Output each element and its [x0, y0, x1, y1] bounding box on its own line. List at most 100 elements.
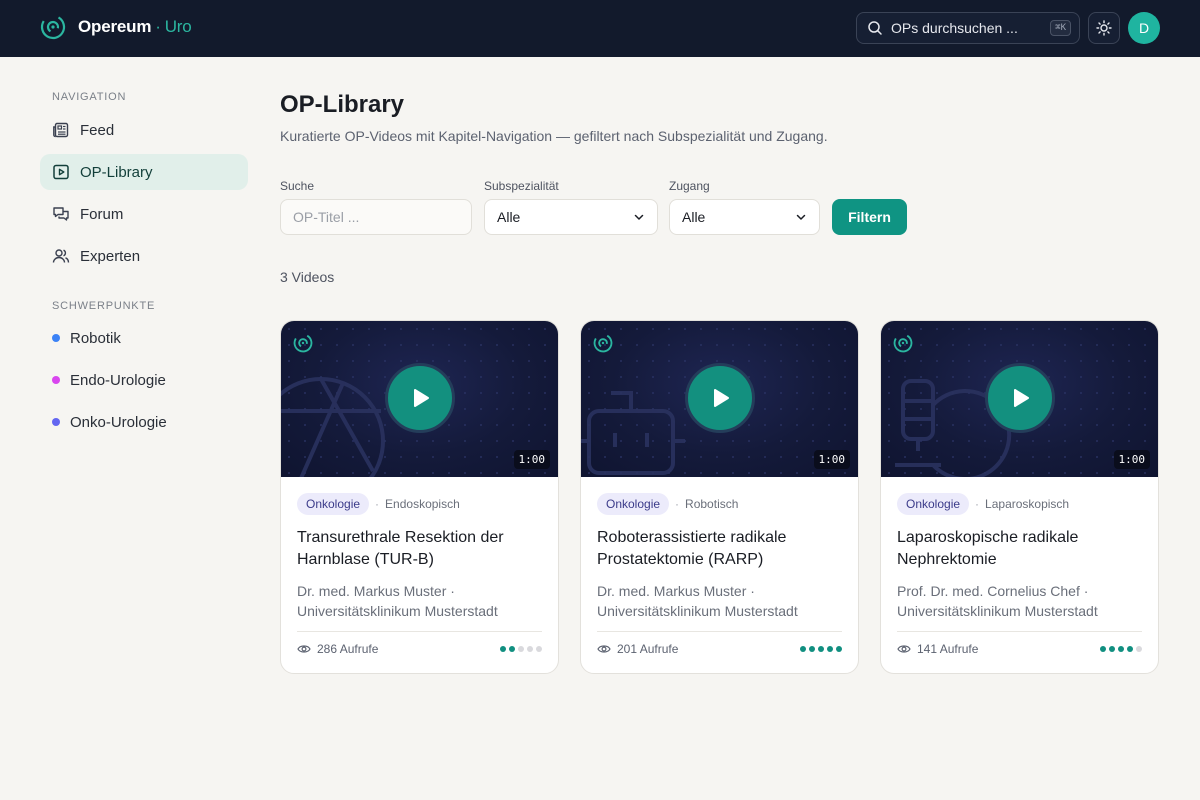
sidebar-item-label: Feed [80, 121, 115, 139]
eye-icon [297, 645, 311, 653]
brand[interactable]: Opereum · Uro [40, 14, 192, 40]
chevron-down-icon [634, 214, 644, 220]
eye-icon [897, 645, 911, 653]
view-count: 286 Aufrufe [317, 642, 379, 656]
shortcut-badge: ⌘K [1050, 20, 1071, 36]
sidebar-item-forum[interactable]: Forum [40, 196, 248, 232]
rating-dot [827, 646, 833, 652]
nav-heading: NAVIGATION [52, 91, 127, 103]
chevron-down-icon [796, 214, 806, 220]
video-card[interactable]: 1:00 Onkologie · Robotisch Roboterassist… [580, 320, 859, 674]
brand-logo-icon [893, 333, 913, 353]
search-placeholder: OPs durchsuchen ... [891, 20, 1018, 36]
title-search-placeholder: OP-Titel ... [293, 209, 360, 225]
chat-icon [53, 207, 69, 221]
video-thumbnail[interactable]: 1:00 [881, 321, 1158, 477]
rating-dot [527, 646, 533, 652]
play-icon [1014, 389, 1029, 407]
access-label: Zugang [669, 179, 710, 193]
subspecialty-label: Subspezialität [484, 179, 559, 193]
subspecialty-select[interactable]: Alle [484, 199, 658, 235]
global-search-input[interactable]: OPs durchsuchen ... ⌘K [856, 12, 1080, 44]
play-button[interactable] [985, 363, 1055, 433]
brand-logo-icon [293, 333, 313, 353]
eye-icon [597, 645, 611, 653]
rating-dot [1127, 646, 1133, 652]
sidebar-item-label: OP-Library [80, 163, 153, 181]
sidebar-item-robotik[interactable]: Robotik [40, 320, 248, 356]
duration-badge: 1:00 [813, 450, 850, 469]
specialty-tag: Onkologie [297, 493, 370, 515]
play-icon [414, 389, 429, 407]
access-select[interactable]: Alle [669, 199, 820, 235]
video-title[interactable]: Laparoskopische radikale Nephrektomie [897, 527, 1142, 571]
play-icon [714, 389, 729, 407]
top-bar: Opereum · Uro OPs durchsuchen ... ⌘K D [0, 0, 1200, 57]
specialty-tag: Onkologie [897, 493, 970, 515]
sidebar-item-feed[interactable]: Feed [40, 112, 248, 148]
subspecialty-value: Alle [497, 209, 521, 225]
sidebar-item-onko-urologie[interactable]: Onko-Urologie [40, 404, 248, 440]
rating-dots [1100, 646, 1142, 652]
rating-dots [500, 646, 542, 652]
video-card[interactable]: 1:00 Onkologie · Endoskopisch Transureth… [280, 320, 559, 674]
sidebar-item-label: Endo-Urologie [70, 371, 166, 389]
rating-dot [809, 646, 815, 652]
view-count: 201 Aufrufe [617, 642, 679, 656]
page-title: OP-Library [280, 91, 405, 118]
search-icon [868, 21, 882, 35]
rating-dot [518, 646, 524, 652]
brand-logo-icon [593, 333, 613, 353]
video-author: Dr. med. Markus Muster · Universitätskli… [297, 583, 498, 619]
video-title[interactable]: Roboterassistierte radikale Prostatektom… [597, 527, 842, 571]
video-author: Prof. Dr. med. Cornelius Chef · Universi… [897, 583, 1098, 619]
play-button[interactable] [685, 363, 755, 433]
users-icon [52, 249, 70, 263]
duration-badge: 1:00 [513, 450, 550, 469]
theme-toggle-button[interactable] [1088, 12, 1120, 44]
access-type: Robotisch [685, 497, 739, 511]
rating-dot [500, 646, 506, 652]
rating-dot [1109, 646, 1115, 652]
rating-dot [1100, 646, 1106, 652]
category-dot [52, 334, 60, 342]
title-search-input[interactable]: OP-Titel ... [280, 199, 472, 235]
video-thumbnail[interactable]: 1:00 [581, 321, 858, 477]
rating-dot [1136, 646, 1142, 652]
access-value: Alle [682, 209, 706, 225]
sidebar-item-label: Robotik [70, 329, 121, 347]
rating-dot [800, 646, 806, 652]
sidebar-item-endo-urologie[interactable]: Endo-Urologie [40, 362, 248, 398]
rating-dot [536, 646, 542, 652]
rating-dots [800, 646, 842, 652]
video-card[interactable]: 1:00 Onkologie · Laparoskopisch Laparosk… [880, 320, 1159, 674]
rating-dot [509, 646, 515, 652]
search-label: Suche [280, 179, 315, 193]
focus-heading: SCHWERPUNKTE [52, 300, 156, 312]
category-dot [52, 418, 60, 426]
page-subtitle: Kuratierte OP-Videos mit Kapitel-Navigat… [280, 128, 828, 144]
brand-logo-icon [40, 14, 66, 40]
brand-name: Opereum · Uro [78, 17, 192, 36]
video-author: Dr. med. Markus Muster · Universitätskli… [597, 583, 798, 619]
category-dot [52, 376, 60, 384]
play-button[interactable] [385, 363, 455, 433]
video-icon [53, 164, 69, 180]
newspaper-icon [53, 122, 69, 138]
sidebar-item-experten[interactable]: Experten [40, 238, 248, 274]
result-count: 3 Videos [280, 269, 335, 285]
sidebar-item-label: Experten [80, 247, 141, 265]
sun-icon [1096, 20, 1112, 36]
access-type: Endoskopisch [385, 497, 460, 511]
specialty-tag: Onkologie [597, 493, 670, 515]
video-thumbnail[interactable]: 1:00 [281, 321, 558, 477]
video-title[interactable]: Transurethrale Resektion der Harnblase (… [297, 527, 542, 571]
user-avatar[interactable]: D [1128, 12, 1160, 44]
rating-dot [836, 646, 842, 652]
filter-button[interactable]: Filtern [832, 199, 907, 235]
sidebar-item-op-library[interactable]: OP-Library [40, 154, 248, 190]
rating-dot [1118, 646, 1124, 652]
rating-dot [818, 646, 824, 652]
duration-badge: 1:00 [1113, 450, 1150, 469]
access-type: Laparoskopisch [985, 497, 1070, 511]
